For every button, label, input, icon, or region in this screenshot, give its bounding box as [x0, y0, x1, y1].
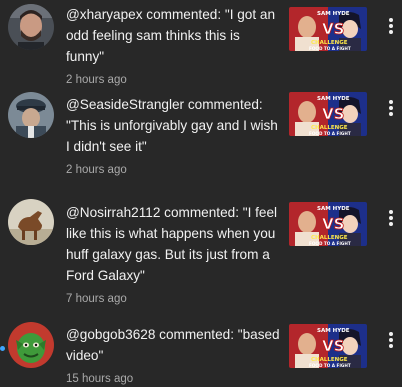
thumbnail-sub-text: FOOD TO A FIGHT	[309, 241, 351, 246]
comment-text: @Nosirrah2112 commented: "I feel like th…	[66, 205, 278, 283]
thumbnail-art: VSSAM HYDECHALLENGEFOOD TO A FIGHT	[289, 92, 367, 136]
notification-list: @xharyapex commented: "I got an odd feel…	[0, 0, 402, 387]
video-thumbnail[interactable]: VS SAM HYDE CHALLENGE FOOD TO A FIGHT	[289, 324, 367, 368]
avatar-horse-icon	[8, 199, 54, 245]
notification-time: 2 hours ago	[66, 74, 127, 86]
video-thumbnail[interactable]: VS SAM HYDE CHALLENGE FOOD TO A FIGHT	[289, 7, 367, 51]
notification-item[interactable]: @Nosirrah2112 commented: "I feel like th…	[0, 196, 402, 305]
notification-item[interactable]: @xharyapex commented: "I got an odd feel…	[0, 0, 402, 86]
thumbnail-sub-text: FOOD TO A FIGHT	[309, 46, 351, 51]
comment-text: @xharyapex commented: "I got an odd feel…	[66, 7, 276, 64]
notification-text-block: @SeasideStrangler commented: "This is un…	[66, 94, 281, 177]
more-vert-icon	[389, 100, 393, 116]
thumbnail-top-text: SAM HYDE	[317, 206, 350, 212]
notification-item[interactable]: @SeasideStrangler commented: "This is un…	[0, 92, 402, 176]
thumbnail-art: VSSAM HYDECHALLENGEFOOD TO A FIGHT	[289, 202, 367, 246]
thumbnail-top-text: SAM HYDE	[317, 11, 350, 17]
thumbnail-art: VSSAM HYDECHALLENGEFOOD TO A FIGHT	[289, 324, 367, 368]
more-options-button[interactable]	[384, 328, 398, 352]
commenter-avatar[interactable]	[8, 199, 54, 245]
more-options-button[interactable]	[384, 96, 398, 120]
notification-text-block: @gobgob3628 commented: "based video" 15 …	[66, 324, 281, 386]
notification-item[interactable]: @gobgob3628 commented: "based video" 15 …	[0, 318, 402, 387]
more-vert-icon	[389, 210, 393, 226]
notification-time: 7 hours ago	[66, 293, 127, 305]
notification-text-block: @xharyapex commented: "I got an odd feel…	[66, 4, 281, 87]
video-thumbnail[interactable]: VS SAM HYDE CHALLENGE FOOD TO A FIGHT	[289, 92, 367, 136]
avatar-officer-in-cap-icon	[8, 92, 54, 138]
thumbnail-top-text: SAM HYDE	[317, 96, 350, 102]
commenter-avatar[interactable]	[8, 322, 54, 368]
more-options-button[interactable]	[384, 206, 398, 230]
notification-text-block: @Nosirrah2112 commented: "I feel like th…	[66, 202, 281, 306]
avatar-green-goblin-icon	[8, 322, 54, 368]
thumbnail-vs-text: VS	[322, 105, 344, 123]
thumbnail-vs-text: VS	[322, 337, 344, 355]
notification-time: 15 hours ago	[66, 373, 134, 385]
thumbnail-vs-text: VS	[322, 215, 344, 233]
commenter-avatar[interactable]	[8, 92, 54, 138]
video-thumbnail[interactable]: VS SAM HYDE CHALLENGE FOOD TO A FIGHT	[289, 202, 367, 246]
more-vert-icon	[389, 18, 393, 34]
comment-text: @gobgob3628 commented: "based video"	[66, 327, 280, 363]
unread-indicator	[0, 346, 5, 351]
thumbnail-vs-text: VS	[322, 20, 344, 38]
more-options-button[interactable]	[384, 14, 398, 38]
notification-time: 2 hours ago	[66, 164, 127, 176]
comment-text: @SeasideStrangler commented: "This is un…	[66, 97, 278, 154]
thumbnail-top-text: SAM HYDE	[317, 328, 350, 334]
thumbnail-sub-text: FOOD TO A FIGHT	[309, 131, 351, 136]
thumbnail-sub-text: FOOD TO A FIGHT	[309, 363, 351, 368]
thumbnail-art: VSSAM HYDECHALLENGEFOOD TO A FIGHT	[289, 7, 367, 51]
avatar-man-with-beard-icon	[8, 4, 54, 50]
commenter-avatar[interactable]	[8, 4, 54, 50]
more-vert-icon	[389, 332, 393, 348]
